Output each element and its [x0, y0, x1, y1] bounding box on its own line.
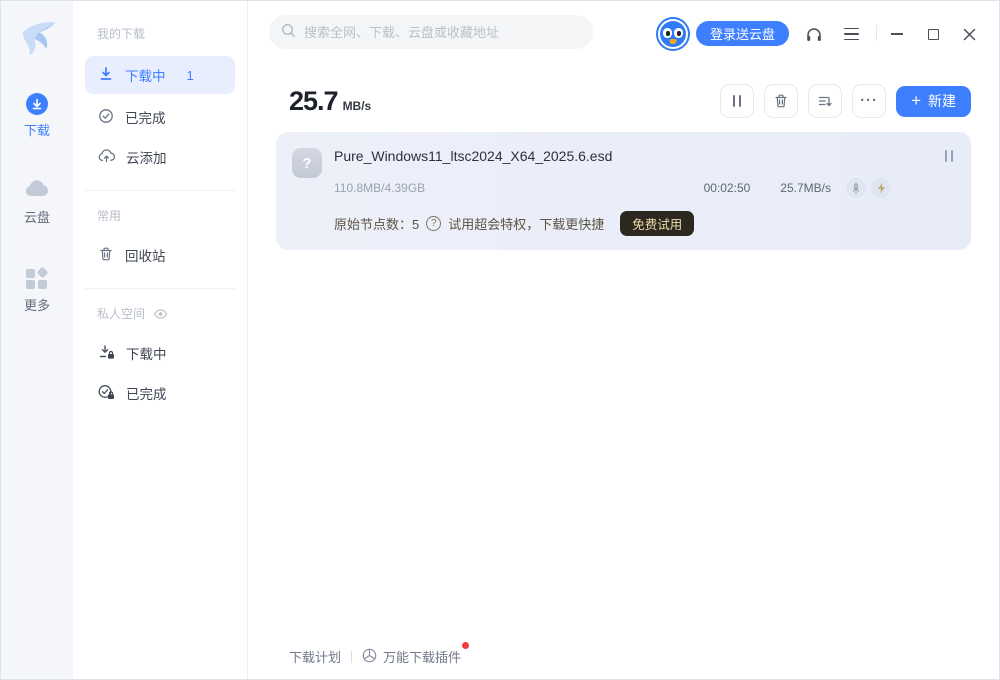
sidebar-item-cloud-add[interactable]: 云添加 — [85, 138, 235, 176]
headset-icon[interactable] — [805, 25, 823, 43]
trash-icon — [98, 246, 114, 265]
download-arrow-icon — [98, 66, 114, 85]
sidebar-item-recycle-bin[interactable]: 回收站 — [85, 236, 235, 274]
help-icon[interactable]: ? — [426, 216, 441, 231]
sidebar-item-label: 下载中 — [125, 65, 166, 85]
eye-icon[interactable] — [153, 308, 168, 320]
plugin-label: 万能下载插件 — [383, 647, 461, 666]
sidebar-section-private-space: 私人空间 — [97, 305, 247, 322]
pause-all-button[interactable] — [720, 84, 754, 118]
downloading-count-badge: 1 — [187, 68, 194, 83]
sidebar-divider — [85, 190, 235, 191]
task-pause-button[interactable] — [945, 150, 955, 162]
left-rail: 下载 云盘 更多 — [1, 1, 73, 679]
sidebar-item-downloading[interactable]: 下载中 1 — [85, 56, 235, 94]
login-button[interactable]: 登录送云盘 — [696, 21, 789, 46]
sidebar-item-label: 已完成 — [125, 107, 166, 127]
sidebar-divider — [85, 288, 235, 289]
download-lock-icon — [98, 344, 115, 363]
maximize-button[interactable] — [924, 25, 942, 43]
plugin-link[interactable]: 万能下载插件 — [362, 647, 461, 666]
search-icon — [281, 23, 296, 41]
search-input[interactable] — [304, 25, 581, 40]
task-body: Pure_Windows11_ltsc2024_X64_2025.6.esd 1… — [334, 148, 955, 234]
speed-value: 25.7 — [289, 86, 338, 117]
main-area: 登录送云盘 25.7 MB/s — [248, 1, 999, 679]
file-type-icon: ? — [292, 148, 322, 178]
origin-nodes-label: 原始节点数：5 — [334, 214, 419, 233]
sidebar-item-completed[interactable]: 已完成 — [85, 98, 235, 136]
sidebar-item-private-downloading[interactable]: 下载中 — [85, 334, 235, 372]
download-circle-icon — [26, 93, 48, 115]
check-circle-icon — [98, 108, 114, 127]
lightning-boost-icon[interactable] — [871, 178, 891, 198]
sidebar-item-label: 回收站 — [125, 245, 166, 265]
action-row: 25.7 MB/s ··· + 新建 — [248, 84, 999, 118]
task-speed: 25.7MB/s — [780, 181, 831, 195]
plus-icon: + — [911, 92, 921, 109]
avatar[interactable] — [656, 17, 690, 51]
task-time-remaining: 00:02:50 — [704, 181, 751, 195]
sidebar-item-label: 云添加 — [126, 147, 167, 167]
sidebar: 我的下载 下载中 1 已完成 云添加 常用 回收站 — [73, 1, 248, 679]
app-window: 下载 云盘 更多 我的下载 下载中 1 已完成 — [0, 0, 1000, 680]
total-speed: 25.7 MB/s — [289, 86, 371, 117]
menu-icon[interactable] — [842, 25, 860, 43]
footer-separator — [351, 651, 352, 663]
delete-button[interactable] — [764, 84, 798, 118]
cloud-icon — [24, 179, 50, 202]
sidebar-item-label: 已完成 — [126, 383, 167, 403]
sort-button[interactable] — [808, 84, 842, 118]
rail-item-more[interactable]: 更多 — [24, 268, 50, 314]
promo-text: 试用超会特权，下载更快捷 — [448, 214, 604, 233]
download-plan-link[interactable]: 下载计划 — [289, 647, 341, 666]
check-lock-icon — [98, 384, 115, 403]
close-button[interactable] — [960, 25, 978, 43]
rail-item-label: 云盘 — [24, 207, 50, 226]
sidebar-item-label: 下载中 — [126, 343, 167, 363]
notification-dot — [462, 642, 469, 649]
rail-item-label: 下载 — [24, 120, 50, 139]
download-task-card[interactable]: ? Pure_Windows11_ltsc2024_X64_2025.6.esd… — [276, 132, 971, 250]
sidebar-section-my-downloads: 我的下载 — [97, 25, 247, 42]
penguin-avatar-icon — [660, 21, 686, 47]
app-logo-icon — [14, 13, 60, 65]
topbar-separator — [876, 25, 877, 41]
private-space-label: 私人空间 — [97, 305, 145, 322]
search-box[interactable] — [269, 15, 593, 49]
new-task-button[interactable]: + 新建 — [896, 86, 971, 117]
free-trial-button[interactable]: 免费试用 — [620, 211, 694, 236]
speed-unit: MB/s — [343, 99, 372, 113]
cloud-upload-icon — [98, 148, 115, 167]
topbar: 登录送云盘 — [248, 1, 999, 65]
sidebar-section-common: 常用 — [97, 207, 247, 224]
plugin-icon — [362, 648, 377, 666]
more-options-button[interactable]: ··· — [852, 84, 886, 118]
footer-bar: 下载计划 万能下载插件 — [289, 647, 461, 666]
rail-item-cloud-disk[interactable]: 云盘 — [24, 179, 50, 226]
rocket-boost-icon[interactable] — [846, 178, 866, 198]
sidebar-item-private-completed[interactable]: 已完成 — [85, 374, 235, 412]
task-toolbar: ··· + 新建 — [720, 84, 971, 118]
minimize-button[interactable] — [888, 25, 906, 43]
task-size-progress: 110.8MB/4.39GB — [334, 181, 425, 195]
grid-more-icon — [26, 268, 48, 290]
rail-item-label: 更多 — [24, 295, 50, 314]
rail-item-download[interactable]: 下载 — [24, 93, 50, 139]
task-filename: Pure_Windows11_ltsc2024_X64_2025.6.esd — [334, 148, 612, 164]
